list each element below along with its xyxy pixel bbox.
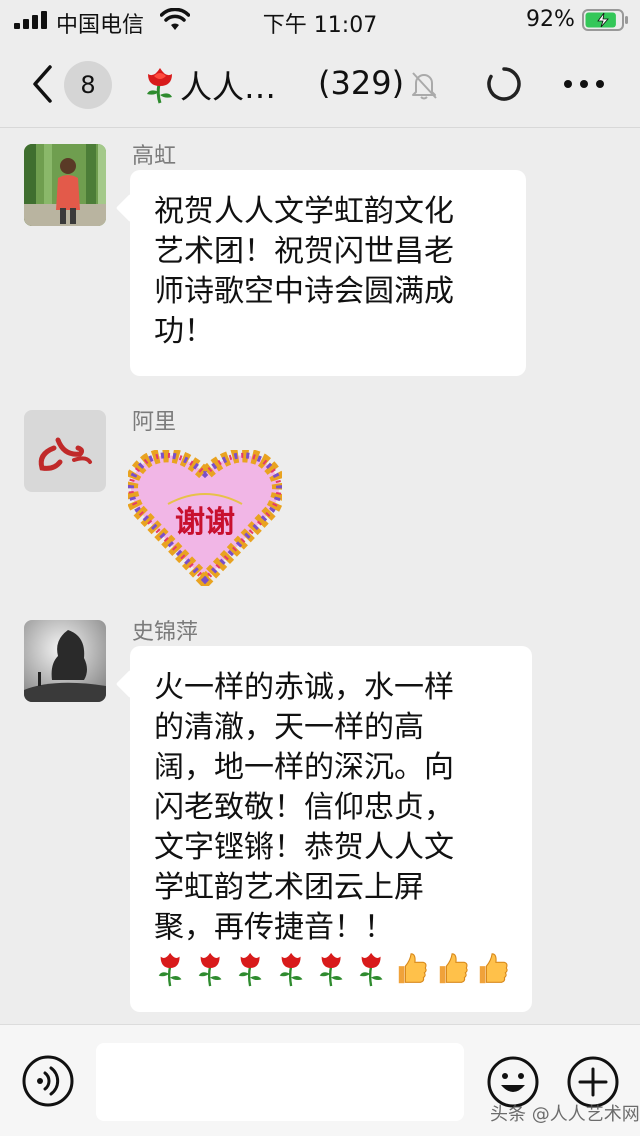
back-chevron-icon[interactable] <box>30 64 54 104</box>
rose-icon <box>359 952 383 987</box>
message-input[interactable] <box>96 1043 464 1121</box>
message-text: 火一样的赤诚，水一样 的清澈，天一样的高 阔，地一样的深沉。向 闪老致敬！信仰忠… <box>154 670 454 945</box>
sender-name: 阿里 <box>132 410 177 435</box>
rose-icon <box>319 952 343 987</box>
avatar[interactable] <box>24 410 106 492</box>
sender-name: 史锦萍 <box>132 620 199 645</box>
sticker-text: 谢谢 <box>175 505 235 540</box>
battery-percent: 92% <box>526 7 575 32</box>
rose-icon <box>279 952 303 987</box>
thumbs-up-icon <box>439 953 468 984</box>
emoji-row <box>154 950 508 988</box>
status-bar: 中国电信 下午 11:07 92% <box>0 0 640 40</box>
thanks-sticker[interactable]: 谢谢 <box>123 448 287 591</box>
avatar[interactable] <box>24 144 106 226</box>
sender-name: 高虹 <box>132 144 177 169</box>
rose-icon <box>147 68 172 104</box>
rose-icon <box>198 952 222 987</box>
chat-title[interactable]: 人人… <box>140 62 276 108</box>
thumbs-up-icon <box>399 953 427 984</box>
message-text: 祝贺人人文学虹韵文化 艺术团！祝贺闪世昌老 师诗歌空中诗会圆满成 功！ <box>154 194 454 349</box>
more-options-icon[interactable] <box>562 74 606 94</box>
member-count: (329) <box>318 64 405 102</box>
avatar[interactable] <box>24 620 106 702</box>
unread-count-badge[interactable]: 8 <box>64 61 112 109</box>
voice-input-icon[interactable] <box>22 1055 74 1107</box>
rose-icon <box>158 952 182 987</box>
battery-icon <box>582 9 628 31</box>
loading-spinner-icon <box>487 67 521 101</box>
chat-header: 8 人人… (329) <box>0 40 640 128</box>
watermark: 头条 @人人艺术网 <box>490 1104 640 1125</box>
rose-icon <box>239 952 262 987</box>
message-bubble[interactable]: 火一样的赤诚，水一样 的清澈，天一样的高 阔，地一样的深沉。向 闪老致敬！信仰忠… <box>130 646 532 1012</box>
message-bubble[interactable]: 祝贺人人文学虹韵文化 艺术团！祝贺闪世昌老 师诗歌空中诗会圆满成 功！ <box>130 170 526 376</box>
chat-title-text: 人人… <box>180 68 277 106</box>
thumbs-up-icon <box>479 953 508 984</box>
mute-bell-icon <box>412 72 437 100</box>
